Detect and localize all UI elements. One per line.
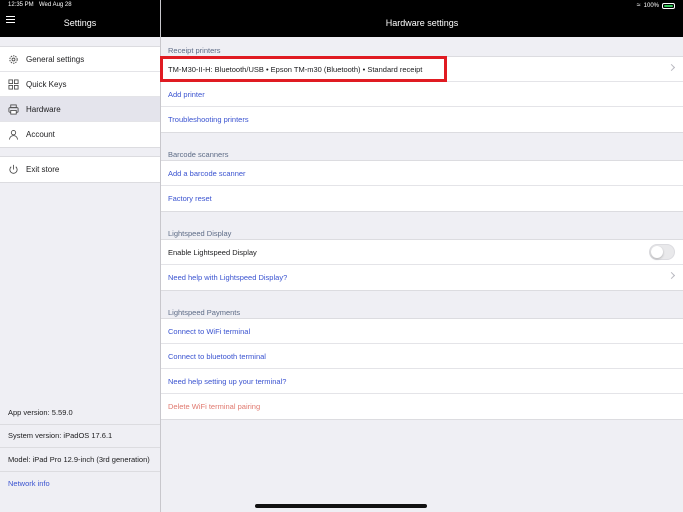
sidebar-title: Settings <box>63 18 97 28</box>
printer-label: TM-M30-II-H: Bluetooth/USB • Epson TM-m3… <box>168 64 423 74</box>
sidebar-item-label: Account <box>26 130 55 139</box>
enable-display-toggle[interactable] <box>649 244 675 260</box>
enable-display-row: Enable Lightspeed Display <box>161 240 683 265</box>
lightspeed-display-group: Enable Lightspeed Display Need help with… <box>161 239 683 291</box>
add-barcode-scanner-button[interactable]: Add a barcode scanner <box>161 161 683 186</box>
chevron-right-icon <box>667 63 676 72</box>
app-version: App version: 5.59.0 <box>0 401 160 425</box>
sidebar-item-quick-keys[interactable]: Quick Keys <box>0 72 160 97</box>
device-info: App version: 5.59.0 System version: iPad… <box>0 401 160 495</box>
section-header-lightspeed-display: Lightspeed Display <box>168 229 232 238</box>
page-title: Hardware settings <box>385 18 459 28</box>
wifi-icon: ≈ <box>636 2 641 9</box>
connect-bluetooth-terminal-button[interactable]: Connect to bluetooth terminal <box>161 344 683 369</box>
home-indicator[interactable] <box>255 504 427 508</box>
enable-display-label: Enable Lightspeed Display <box>168 247 257 257</box>
sidebar-exit-group: Exit store <box>0 156 160 183</box>
factory-reset-button[interactable]: Factory reset <box>161 186 683 211</box>
connect-wifi-terminal-button[interactable]: Connect to WiFi terminal <box>161 319 683 344</box>
top-bar: 12:35 PM Wed Aug 28 ≈ 100% Settings Hard… <box>0 0 683 37</box>
section-header-lightspeed-payments: Lightspeed Payments <box>168 308 241 317</box>
section-header-barcode-scanners: Barcode scanners <box>168 150 229 159</box>
barcode-scanners-group: Add a barcode scanner Factory reset <box>161 160 683 212</box>
sidebar-menu: General settings Quick Keys Hardware Acc… <box>0 46 160 148</box>
network-info-link[interactable]: Network info <box>0 472 160 496</box>
status-time: 12:35 PM <box>8 2 34 8</box>
gear-icon <box>8 54 19 65</box>
printer-icon <box>8 104 19 115</box>
device-model: Model: iPad Pro 12.9-inch (3rd generatio… <box>0 448 160 472</box>
add-printer-button[interactable]: Add printer <box>161 82 683 107</box>
main-content: Receipt printers TM-M30-II-H: Bluetooth/… <box>161 37 683 512</box>
terminal-help-link[interactable]: Need help setting up your terminal? <box>161 369 683 394</box>
power-icon <box>8 164 19 175</box>
user-icon <box>8 129 19 140</box>
lightspeed-payments-group: Connect to WiFi terminal Connect to blue… <box>161 318 683 420</box>
sidebar-item-hardware[interactable]: Hardware <box>0 97 160 122</box>
status-date: Wed Aug 28 <box>39 2 72 8</box>
section-header-receipt-printers: Receipt printers <box>168 46 221 55</box>
battery-percent: 100% <box>643 2 659 9</box>
sidebar-item-label: Hardware <box>26 104 61 114</box>
delete-wifi-pairing-button[interactable]: Delete WiFi terminal pairing <box>161 394 683 419</box>
status-indicators: ≈ 100% <box>637 2 675 9</box>
troubleshooting-printers-link[interactable]: Troubleshooting printers <box>161 107 683 132</box>
sidebar-item-label: General settings <box>26 54 85 64</box>
chevron-right-icon <box>667 271 676 280</box>
display-help-link[interactable]: Need help with Lightspeed Display? <box>161 265 683 290</box>
battery-icon <box>662 2 675 9</box>
grid-icon <box>8 79 19 90</box>
sidebar-item-label: Quick Keys <box>26 79 67 89</box>
display-help-label: Need help with Lightspeed Display? <box>168 273 288 282</box>
exit-store-button[interactable]: Exit store <box>0 157 160 182</box>
receipt-printers-group: TM-M30-II-H: Bluetooth/USB • Epson TM-m3… <box>161 56 683 133</box>
exit-store-label: Exit store <box>26 165 60 174</box>
printer-row[interactable]: TM-M30-II-H: Bluetooth/USB • Epson TM-m3… <box>161 57 683 82</box>
system-version: System version: iPadOS 17.6.1 <box>0 425 160 448</box>
sidebar-item-account[interactable]: Account <box>0 122 160 147</box>
sidebar: General settings Quick Keys Hardware Acc… <box>0 37 160 512</box>
sidebar-item-general-settings[interactable]: General settings <box>0 47 160 72</box>
